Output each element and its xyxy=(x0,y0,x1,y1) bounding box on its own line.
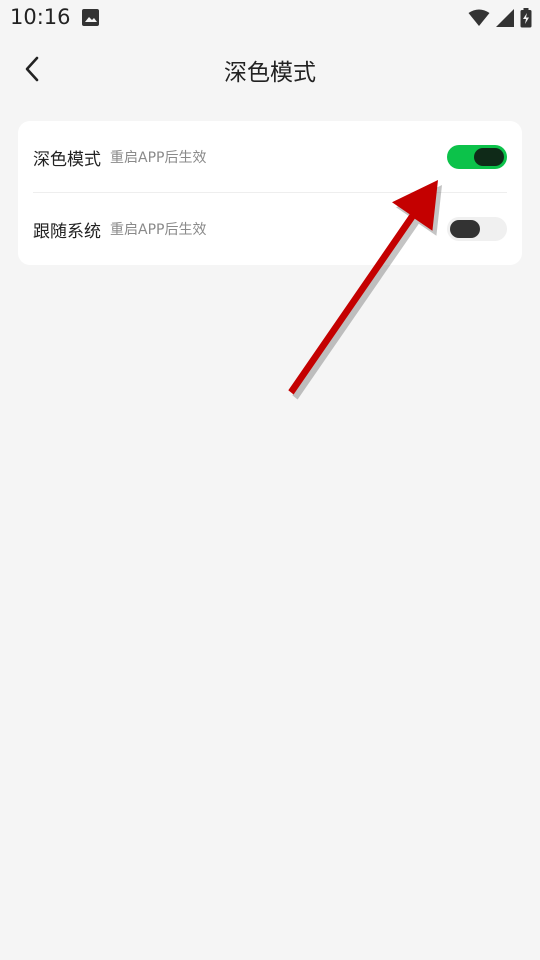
gallery-icon xyxy=(82,9,99,26)
status-icons xyxy=(468,7,532,29)
wifi-icon xyxy=(468,9,490,26)
dark-mode-label: 深色模式 xyxy=(33,149,101,170)
follow-system-toggle[interactable] xyxy=(447,217,507,241)
follow-system-hint: 重启APP后生效 xyxy=(110,222,207,238)
dark-mode-toggle[interactable] xyxy=(447,145,507,169)
page-title: 深色模式 xyxy=(224,60,316,86)
toggle-knob xyxy=(450,220,480,238)
battery-charging-icon xyxy=(520,8,532,28)
dark-mode-hint: 重启APP后生效 xyxy=(110,150,207,166)
follow-system-row: 跟随系统 重启APP后生效 xyxy=(33,193,507,265)
dark-mode-row: 深色模式 重启APP后生效 xyxy=(33,121,507,193)
follow-system-label: 跟随系统 xyxy=(33,221,101,242)
app-bar: 深色模式 xyxy=(0,36,540,102)
toggle-knob xyxy=(474,148,504,166)
signal-icon xyxy=(496,9,514,27)
settings-card: 深色模式 重启APP后生效 跟随系统 重启APP后生效 xyxy=(18,121,522,265)
status-time: 10:16 xyxy=(10,5,71,29)
status-bar: 10:16 xyxy=(0,0,540,36)
